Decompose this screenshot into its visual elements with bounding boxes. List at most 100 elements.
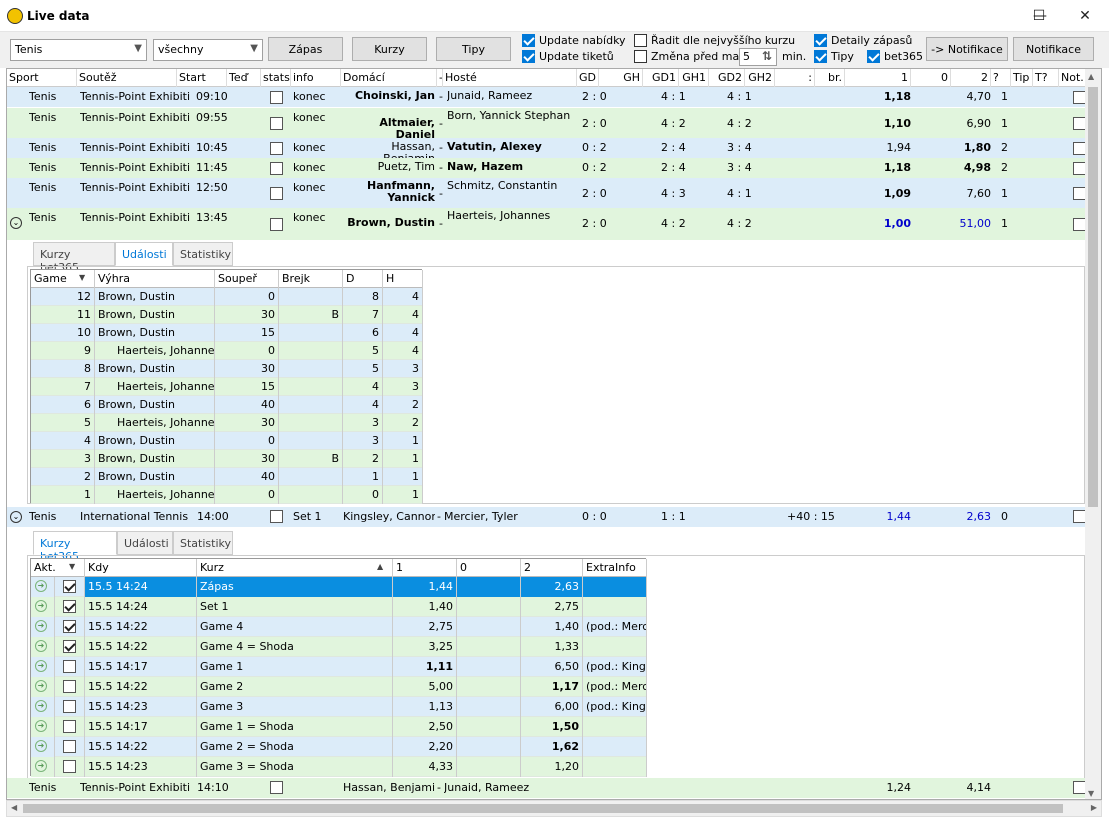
- kurzy-button[interactable]: Kurzy: [352, 37, 427, 61]
- activate-cell[interactable]: ➜: [31, 757, 55, 777]
- activate-cell[interactable]: ➜: [31, 657, 55, 677]
- active-checkbox[interactable]: [63, 680, 76, 693]
- column-header-8[interactable]: Hosté: [443, 69, 577, 87]
- stats-checkbox[interactable]: [270, 90, 283, 104]
- arrow-right-icon[interactable]: ➜: [35, 580, 47, 592]
- column-header-22[interactable]: T?: [1033, 69, 1059, 87]
- column-header-19[interactable]: 2: [951, 69, 991, 87]
- stats-checkbox[interactable]: [270, 161, 283, 175]
- radit-checkbox[interactable]: [634, 34, 647, 47]
- odds-col-0[interactable]: Akt.: [31, 559, 85, 577]
- events-col-0[interactable]: Game: [31, 270, 95, 288]
- tab2-udalosti[interactable]: Události: [117, 531, 173, 555]
- event-row[interactable]: 8 Brown, Dustin 30 5 3: [31, 360, 423, 378]
- column-header-13[interactable]: GD2: [709, 69, 745, 87]
- odds-row[interactable]: ➜ 15.5 14:24 Zápas 1,44 2,63: [31, 577, 647, 597]
- column-header-20[interactable]: ?: [991, 69, 1011, 87]
- column-header-5[interactable]: info: [291, 69, 341, 87]
- collapse-row-icon[interactable]: ⌄: [10, 217, 22, 229]
- match-row-live[interactable]: ⌄ Tenis International Tennis 14:00 Set 1 King…: [7, 507, 1087, 527]
- arrow-right-icon[interactable]: ➜: [35, 600, 47, 612]
- stats-checkbox[interactable]: [270, 116, 283, 130]
- bet365-checkbox[interactable]: [867, 50, 880, 63]
- column-header-21[interactable]: Tip: [1011, 69, 1033, 87]
- hscroll-thumb[interactable]: [23, 804, 1063, 813]
- zmena-checkbox[interactable]: [634, 50, 647, 63]
- column-header-16[interactable]: br.: [815, 69, 845, 87]
- tab-udalosti[interactable]: Události: [115, 242, 173, 266]
- event-row[interactable]: 5 Haerteis, Johannes 30 3 2: [31, 414, 423, 432]
- match-row[interactable]: ⌄ Tenis Tennis-Point Exhibiti 13:45 konec Bro…: [7, 208, 1087, 240]
- activate-cell[interactable]: ➜: [31, 617, 55, 637]
- active-checkbox[interactable]: [63, 660, 76, 673]
- active-checkbox[interactable]: [63, 700, 76, 713]
- odds-row[interactable]: ➜ 15.5 14:24 Set 1 1,40 2,75: [31, 597, 647, 617]
- event-row[interactable]: 7 Haerteis, Johannes 15 4 3: [31, 378, 423, 396]
- active-checkbox[interactable]: [63, 760, 76, 773]
- stats-checkbox[interactable]: [270, 186, 283, 200]
- match-row[interactable]: Tenis Tennis-Point Exhibiti 09:55 konec Altm…: [7, 108, 1087, 141]
- arrow-right-icon[interactable]: ➜: [35, 680, 47, 692]
- scroll-up-icon[interactable]: ▲: [1088, 72, 1094, 81]
- column-header-23[interactable]: Not.: [1059, 69, 1087, 87]
- column-header-6[interactable]: Domácí: [341, 69, 437, 87]
- match-row[interactable]: Tenis Tennis-Point Exhibiti 11:45 konec Puet…: [7, 158, 1087, 178]
- activate-cell[interactable]: ➜: [31, 737, 55, 757]
- arrow-right-icon[interactable]: ➜: [35, 700, 47, 712]
- event-row[interactable]: 9 Haerteis, Johannes 0 5 4: [31, 342, 423, 360]
- tipy-button[interactable]: Tipy: [436, 37, 511, 61]
- odds-row[interactable]: ➜ 15.5 14:23 Game 3 1,13 6,00 (pod.: Kings: [31, 697, 647, 717]
- event-row[interactable]: 2 Brown, Dustin 40 1 1: [31, 468, 423, 486]
- event-row[interactable]: 3 Brown, Dustin 30 B 2 1: [31, 450, 423, 468]
- active-checkbox[interactable]: [63, 720, 76, 733]
- maximize-button[interactable]: ☐: [1016, 0, 1062, 32]
- odds-col-4[interactable]: 0: [457, 559, 521, 577]
- odds-row[interactable]: ➜ 15.5 14:23 Game 3 = Shoda 4,33 1,20: [31, 757, 647, 777]
- events-col-5[interactable]: H: [383, 270, 423, 288]
- odds-row[interactable]: ➜ 15.5 14:17 Game 1 1,11 6,50 (pod.: Kings: [31, 657, 647, 677]
- active-checkbox[interactable]: [63, 740, 76, 753]
- column-header-17[interactable]: 1: [845, 69, 911, 87]
- event-row[interactable]: 4 Brown, Dustin 0 3 1: [31, 432, 423, 450]
- collapse-row-icon[interactable]: ⌄: [10, 511, 22, 523]
- active-checkbox[interactable]: [63, 620, 76, 633]
- events-col-2[interactable]: Soupeř: [215, 270, 279, 288]
- odds-col-6[interactable]: ExtraInfo: [583, 559, 647, 577]
- event-row[interactable]: 1 Haerteis, Johannes 0 0 1: [31, 486, 423, 504]
- active-checkbox[interactable]: [63, 580, 76, 593]
- active-checkbox[interactable]: [63, 640, 76, 653]
- column-header-3[interactable]: Teď: [227, 69, 261, 87]
- minutes-spinner[interactable]: 5 ⇅: [739, 48, 777, 66]
- sport-select[interactable]: Tenis ▼: [10, 39, 147, 61]
- event-row[interactable]: 10 Brown, Dustin 15 6 4: [31, 324, 423, 342]
- match-row-last[interactable]: Tenis Tennis-Point Exhibiti 14:10 Hassan, B…: [7, 778, 1087, 798]
- column-header-9[interactable]: GD: [577, 69, 599, 87]
- odds-col-5[interactable]: 2: [521, 559, 583, 577]
- odds-col-3[interactable]: 1: [393, 559, 457, 577]
- arrow-right-icon[interactable]: ➜: [35, 620, 47, 632]
- column-header-0[interactable]: Sport: [7, 69, 77, 87]
- arrow-right-icon[interactable]: ➜: [35, 660, 47, 672]
- active-checkbox[interactable]: [63, 600, 76, 613]
- event-row[interactable]: 6 Brown, Dustin 40 4 2: [31, 396, 423, 414]
- column-header-2[interactable]: Start: [177, 69, 227, 87]
- scroll-down-icon[interactable]: ▼: [1088, 789, 1094, 798]
- match-row[interactable]: Tenis Tennis-Point Exhibiti 12:50 konec Hanf…: [7, 178, 1087, 208]
- detaily-checkbox[interactable]: [814, 34, 827, 47]
- update-tiketu-checkbox[interactable]: [522, 50, 535, 63]
- events-col-4[interactable]: D: [343, 270, 383, 288]
- scroll-right-icon[interactable]: ▶: [1091, 803, 1097, 812]
- activate-cell[interactable]: ➜: [31, 577, 55, 597]
- arrow-right-icon[interactable]: ➜: [35, 720, 47, 732]
- arrow-right-icon[interactable]: ➜: [35, 740, 47, 752]
- odds-col-2[interactable]: Kurz: [197, 559, 393, 577]
- activate-cell[interactable]: ➜: [31, 697, 55, 717]
- odds-col-1[interactable]: Kdy: [85, 559, 197, 577]
- stats-checkbox[interactable]: [270, 141, 283, 155]
- event-row[interactable]: 11 Brown, Dustin 30 B 7 4: [31, 306, 423, 324]
- odds-row[interactable]: ➜ 15.5 14:22 Game 2 5,00 1,17 (pod.: Merc: [31, 677, 647, 697]
- stats-checkbox[interactable]: [270, 217, 283, 231]
- horizontal-scrollbar[interactable]: ◀ ▶: [6, 800, 1102, 817]
- stats-checkbox[interactable]: [270, 510, 283, 523]
- close-button[interactable]: ✕: [1062, 0, 1108, 32]
